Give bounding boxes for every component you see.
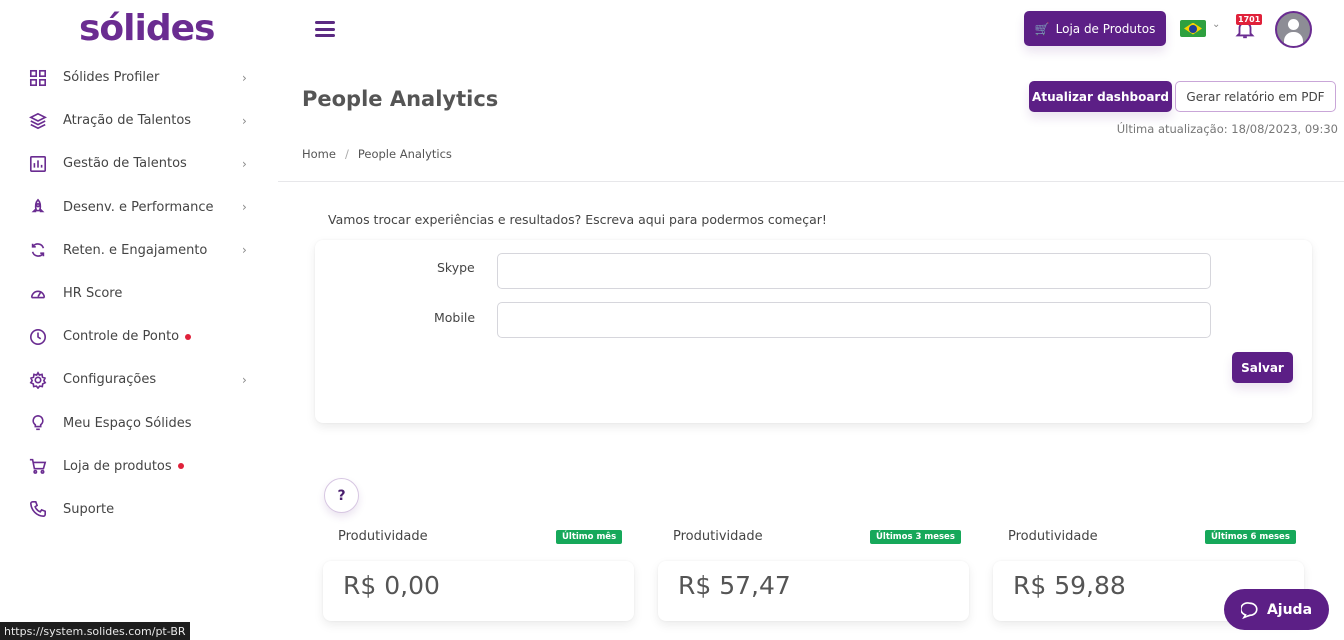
breadcrumb-current: People Analytics <box>357 147 452 161</box>
contact-intro-text: Vamos trocar experiências e resultados? … <box>328 212 827 227</box>
layers-icon <box>28 111 48 131</box>
store-button-label: Loja de Produtos <box>1055 21 1156 36</box>
chevron-right-icon: › <box>242 70 247 85</box>
update-dashboard-button[interactable]: Atualizar dashboard <box>1029 81 1172 112</box>
browser-status-url: https://system.solides.com/pt-BR <box>0 622 190 640</box>
chevron-right-icon: › <box>242 156 247 171</box>
kpi-card: R$ 57,47 <box>658 561 969 621</box>
bar-chart-icon <box>28 154 48 174</box>
brand-logo[interactable]: sólides <box>79 8 215 49</box>
breadcrumb-home[interactable]: Home <box>302 147 336 161</box>
sidebar-item-label: Configurações <box>63 372 157 388</box>
chat-bubble-icon <box>1240 601 1258 619</box>
last-update-text: Última atualização: 18/08/2023, 09:30 <box>1116 122 1338 136</box>
sidebar-item-text: Loja de produtos <box>63 458 172 474</box>
refresh-icon <box>28 240 48 260</box>
chevron-right-icon: › <box>242 113 247 128</box>
chevron-right-icon: › <box>242 243 247 258</box>
kpi-value: R$ 57,47 <box>678 571 791 600</box>
chevron-right-icon: › <box>242 200 247 215</box>
sidebar-item-label: Desenv. e Performance <box>63 199 214 215</box>
help-chat-label: Ajuda <box>1266 601 1313 618</box>
help-chat-button[interactable]: Ajuda <box>1224 589 1329 630</box>
sidebar-item-label: Loja de produtos <box>63 459 184 474</box>
sidebar-item-controle-ponto[interactable]: Controle de Ponto <box>0 315 278 358</box>
sidebar-item-hr-score[interactable]: HR Score <box>0 272 278 315</box>
sidebar-item-label: Controle de Ponto <box>63 329 192 345</box>
sidebar-item-label: HR Score <box>63 286 123 302</box>
kpi-title: Produtividade <box>1008 529 1098 544</box>
chevron-down-icon[interactable]: ⌄ <box>1212 19 1220 30</box>
sidebar-item-label: Gestão de Talentos <box>63 156 187 172</box>
lightbulb-icon <box>28 413 48 433</box>
chevron-right-icon: › <box>242 372 247 387</box>
user-avatar[interactable] <box>1275 11 1312 48</box>
breadcrumb: Home / People Analytics <box>302 147 452 161</box>
period-badge: Último mês <box>556 530 623 544</box>
breadcrumb-separator: / <box>344 147 349 161</box>
mobile-label: Mobile <box>434 310 476 325</box>
kpi-value: R$ 59,88 <box>1013 571 1126 600</box>
generate-pdf-button[interactable]: Gerar relatório em PDF <box>1175 81 1336 112</box>
sidebar-item-label: Sólides Profiler <box>63 70 160 86</box>
sidebar-item-label: Suporte <box>63 501 115 517</box>
grid-icon <box>28 68 48 88</box>
sidebar-item-label: Meu Espaço Sólides <box>63 415 192 431</box>
new-indicator-dot <box>185 333 192 340</box>
cart-icon <box>28 456 48 476</box>
period-badge: Últimos 3 meses <box>870 530 961 544</box>
new-indicator-dot <box>177 463 184 470</box>
sidebar-item-desenv-performance[interactable]: Desenv. e Performance › <box>0 186 278 229</box>
sidebar-item-label: Reten. e Engajamento <box>63 242 208 258</box>
clock-icon <box>28 327 48 347</box>
sidebar-item-meu-espaco[interactable]: Meu Espaço Sólides <box>0 402 278 445</box>
sidebar-item-label: Atração de Talentos <box>63 113 192 129</box>
menu-toggle-icon[interactable] <box>315 21 335 37</box>
sidebar-nav: Sólides Profiler › Atração de Talentos ›… <box>0 56 278 531</box>
skype-label: Skype <box>437 260 475 275</box>
sidebar-item-loja-produtos[interactable]: Loja de produtos <box>0 445 278 488</box>
sidebar-item-gestao-talentos[interactable]: Gestão de Talentos › <box>0 142 278 185</box>
header-divider <box>278 181 1344 182</box>
phone-icon <box>28 499 48 519</box>
brazil-flag-icon[interactable] <box>1180 20 1206 37</box>
sidebar-item-configuracoes[interactable]: Configurações › <box>0 358 278 401</box>
skype-input[interactable] <box>497 253 1211 289</box>
sidebar-item-suporte[interactable]: Suporte <box>0 488 278 531</box>
gear-icon <box>28 370 48 390</box>
cart-icon: 🛒 <box>1034 21 1050 36</box>
store-button[interactable]: 🛒 Loja de Produtos <box>1024 11 1166 46</box>
sidebar-item-reten-engajamento[interactable]: Reten. e Engajamento › <box>0 229 278 272</box>
gauge-icon <box>28 284 48 304</box>
mobile-input[interactable] <box>497 302 1211 338</box>
kpi-card: R$ 0,00 <box>323 561 634 621</box>
rocket-icon <box>28 197 48 217</box>
help-question-button[interactable]: ? <box>324 478 359 513</box>
save-button[interactable]: Salvar <box>1232 352 1293 383</box>
period-badge: Últimos 6 meses <box>1205 530 1296 544</box>
notification-badge: 1701 <box>1236 14 1263 25</box>
kpi-title: Produtividade <box>673 529 763 544</box>
kpi-title: Produtividade <box>338 529 428 544</box>
kpi-value: R$ 0,00 <box>343 571 440 600</box>
sidebar-item-text: Controle de Ponto <box>63 329 180 345</box>
page-title: People Analytics <box>302 87 499 111</box>
sidebar: sólides Sólides Profiler › Atração de Ta… <box>0 0 278 640</box>
sidebar-item-atracao-talentos[interactable]: Atração de Talentos › <box>0 99 278 142</box>
sidebar-item-solides-profiler[interactable]: Sólides Profiler › <box>0 56 278 99</box>
